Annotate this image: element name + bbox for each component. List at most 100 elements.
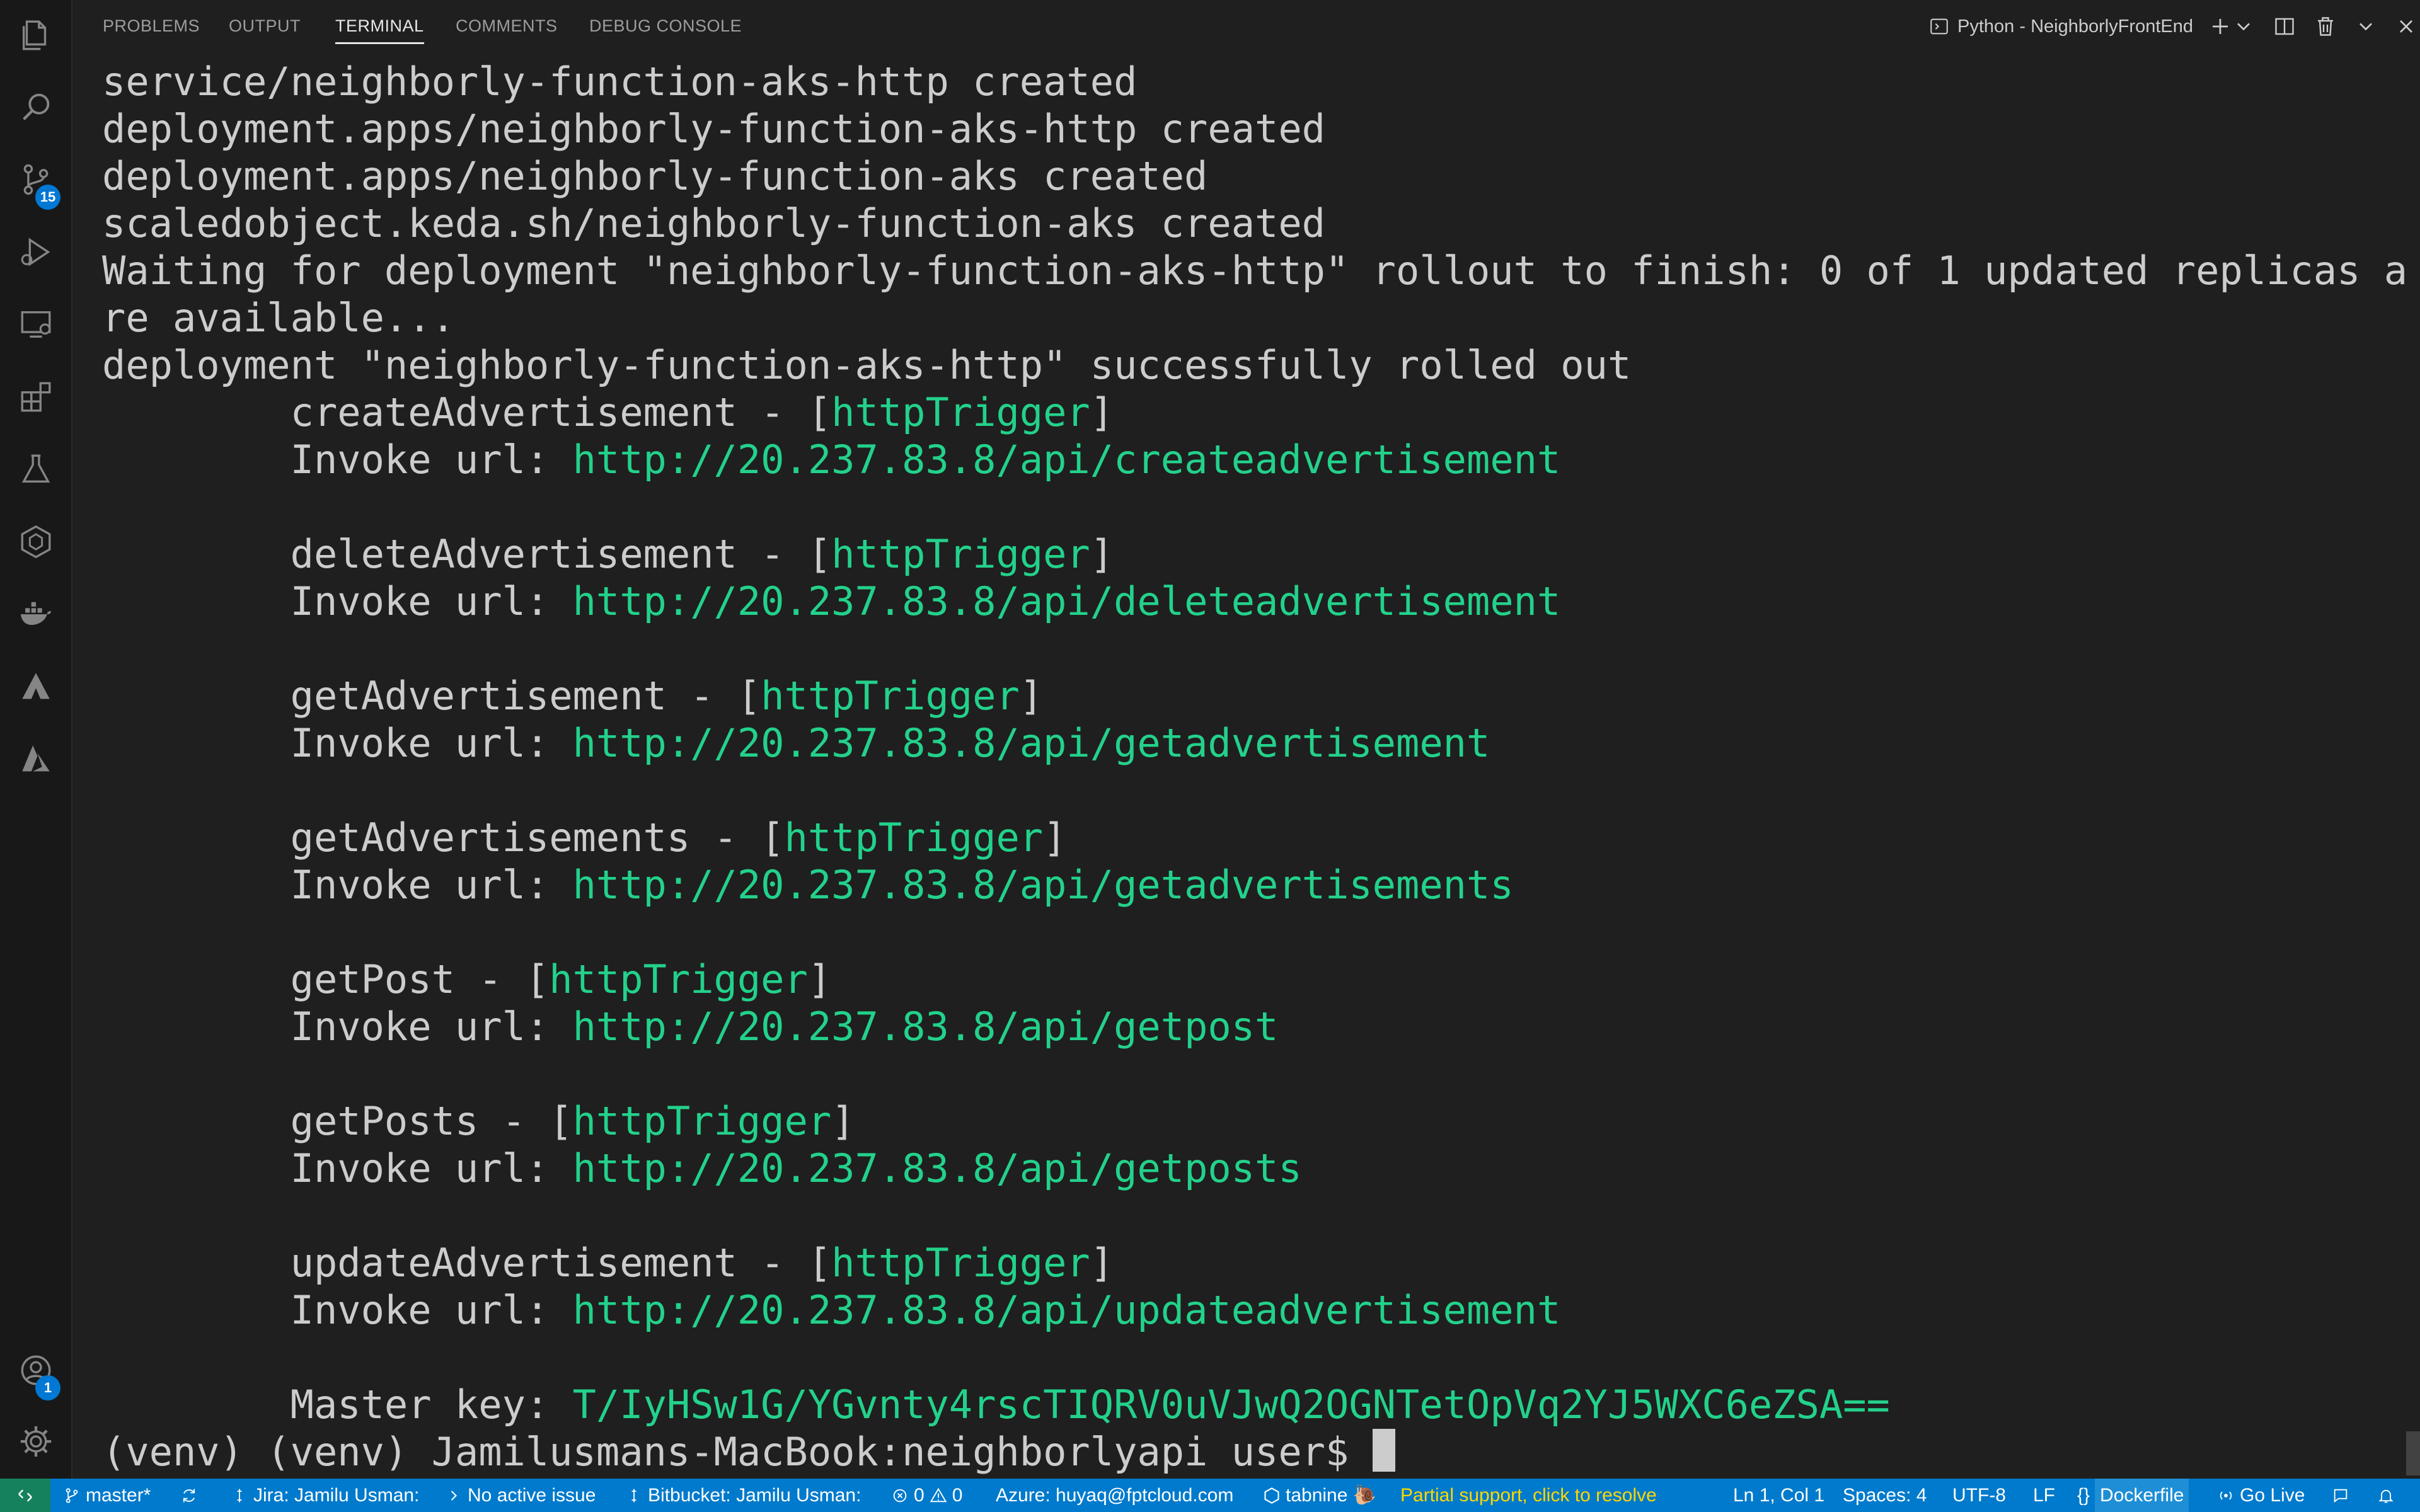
jira-label: Jira: Jamilu Usman: [253,1485,420,1506]
encoding-status[interactable]: UTF-8 [1952,1479,2006,1512]
function-name: getAdvertisements [290,815,691,861]
error-count: 0 [914,1485,925,1506]
activity-docker[interactable] [0,583,71,646]
activity-remote-explorer[interactable] [0,293,71,356]
remote-indicator-button[interactable] [0,1479,50,1512]
jira-icon [237,1489,242,1502]
azure-account: Azure: huyaq@fptcloud.com [996,1485,1234,1506]
function-name-line: deleteAdvertisement - [httpTrigger] [290,531,1114,577]
panel-header: PROBLEMS OUTPUT TERMINAL COMMENTS DEBUG … [72,0,2420,54]
invoke-url-link[interactable]: http://20.237.83.8/api/updateadvertiseme… [573,1287,1561,1333]
function-url-line: Invoke url: http://20.237.83.8/api/creat… [102,436,1561,483]
activity-search[interactable] [0,76,71,139]
function-trigger: httpTrigger [831,389,1090,435]
sync-button[interactable] [180,1479,198,1512]
tab-terminal[interactable]: TERMINAL [335,16,424,44]
collapse-panel-button[interactable] [2352,13,2380,40]
tab-problems[interactable]: PROBLEMS [103,16,200,36]
activity-settings[interactable] [0,1410,71,1473]
terminal-line: deployment "neighborly-function-aks-http… [102,342,1632,388]
terminal-name: Python - NeighborlyFrontEnd [1957,16,2193,37]
function-url-line: Invoke url: http://20.237.83.8/api/getad… [102,719,1490,767]
function-name-line: getAdvertisement - [httpTrigger] [290,673,1044,719]
cursor-position-label: Ln 1, Col 1 [1733,1485,1825,1506]
terminal-dropdown-button[interactable] [2230,13,2257,40]
language-label: Dockerfile [2095,1479,2189,1512]
terminal-line: deployment.apps/neighborly-function-aks … [102,153,1208,199]
function-url-line: Invoke url: http://20.237.83.8/api/updat… [102,1286,1561,1334]
invoke-url-link[interactable]: http://20.237.83.8/api/createadvertiseme… [573,437,1561,483]
activity-kubernetes[interactable] [0,510,71,573]
function-name: getPost [290,956,455,1002]
terminal-selector[interactable]: Python - NeighborlyFrontEnd [1928,13,2193,40]
bitbucket-label: Bitbucket: Jamilu Usman: [648,1485,861,1506]
branch-status[interactable]: master* [63,1479,151,1512]
kill-terminal-button[interactable] [2312,13,2339,40]
files-icon [22,20,46,50]
indentation-status[interactable]: Spaces: 4 [1843,1479,1927,1512]
indentation-label: Spaces: 4 [1843,1485,1927,1506]
tab-comments[interactable]: COMMENTS [456,16,558,36]
plus-icon [2213,19,2228,34]
language-mode-status[interactable]: {} Dockerfile [2077,1479,2189,1512]
go-live-button[interactable]: Go Live [2217,1479,2305,1512]
go-live-label: Go Live [2240,1485,2305,1506]
activity-testing[interactable] [0,438,71,501]
invoke-url-label: Invoke url: [290,1145,550,1191]
notifications-button[interactable] [2377,1479,2395,1512]
invoke-url-link[interactable]: http://20.237.83.8/api/getadvertisement [573,720,1490,766]
cursor-position[interactable]: Ln 1, Col 1 [1733,1479,1824,1512]
terminal-icon [1930,18,1948,35]
terminal-output[interactable]: service/neighborly-function-aks-http cre… [102,58,2407,1475]
kubernetes-icon [21,525,50,559]
split-icon [2275,18,2294,35]
partial-support-status[interactable]: Partial support, click to resolve [1400,1479,1657,1512]
feedback-button[interactable] [2332,1479,2349,1512]
run-debug-icon [21,238,50,266]
search-icon [22,93,49,120]
prompt-line[interactable]: (venv) (venv) Jamilusmans-MacBook:neighb… [102,1428,1395,1475]
invoke-url-link[interactable]: http://20.237.83.8/api/getpost [573,1004,1279,1050]
function-name-line: getPosts - [httpTrigger] [290,1098,855,1144]
activity-extensions[interactable] [0,365,71,428]
eol-status[interactable]: LF [2033,1479,2055,1512]
activity-atlassian[interactable] [0,655,71,718]
activity-explorer[interactable] [0,4,71,67]
bitbucket-icon [631,1489,637,1502]
terminal-line: deployment.apps/neighborly-function-aks-… [102,106,1326,152]
function-name-line: getPost - [httpTrigger] [290,956,832,1002]
azure-status[interactable]: Azure: huyaq@fptcloud.com [996,1479,1233,1512]
terminal-scrollbar[interactable] [2406,1431,2420,1475]
active-issue-status[interactable]: No active issue [445,1479,596,1512]
chevron-down-icon [2360,23,2372,31]
invoke-url-link[interactable]: http://20.237.83.8/api/deleteadvertiseme… [573,578,1561,624]
problems-status[interactable]: 0 0 [891,1479,962,1512]
master-key-value: T/IyHSw1G/YGvnty4rscTIQRV0uVJwQ2OGNTetOp… [572,1382,1890,1428]
tabnine-status[interactable]: tabnine 🐌 [1263,1479,1376,1512]
docker-icon [20,602,51,625]
invoke-url-link[interactable]: http://20.237.83.8/api/getposts [573,1145,1302,1191]
invoke-url-label: Invoke url: [290,578,550,624]
function-name-line: createAdvertisement - [httpTrigger] [290,389,1114,435]
feedback-icon [2334,1489,2348,1503]
tab-debug-console[interactable]: DEBUG CONSOLE [589,16,742,36]
function-name: deleteAdvertisement [290,531,737,577]
invoke-url-link[interactable]: http://20.237.83.8/api/getadvertisements [573,862,1514,908]
invoke-url-label: Invoke url: [290,720,550,766]
function-url-line: Invoke url: http://20.237.83.8/api/getpo… [102,1003,1279,1050]
activity-run-debug[interactable] [0,220,71,284]
invoke-url-label: Invoke url: [290,1287,550,1333]
chevron-right-icon [451,1490,457,1501]
partial-support-label: Partial support, click to resolve [1400,1485,1657,1506]
activity-accounts[interactable]: 1 [0,1339,71,1402]
close-panel-button[interactable] [2392,13,2420,40]
split-terminal-button[interactable] [2271,13,2298,40]
master-key-label: Master key: [290,1382,550,1428]
invoke-url-label: Invoke url: [290,437,550,483]
bitbucket-status[interactable]: Bitbucket: Jamilu Usman: [625,1479,861,1512]
activity-azure[interactable] [0,728,71,791]
jira-status[interactable]: Jira: Jamilu Usman: [231,1479,419,1512]
activity-source-control[interactable]: 15 [0,148,71,211]
close-icon [2400,20,2412,33]
tab-output[interactable]: OUTPUT [229,16,301,36]
